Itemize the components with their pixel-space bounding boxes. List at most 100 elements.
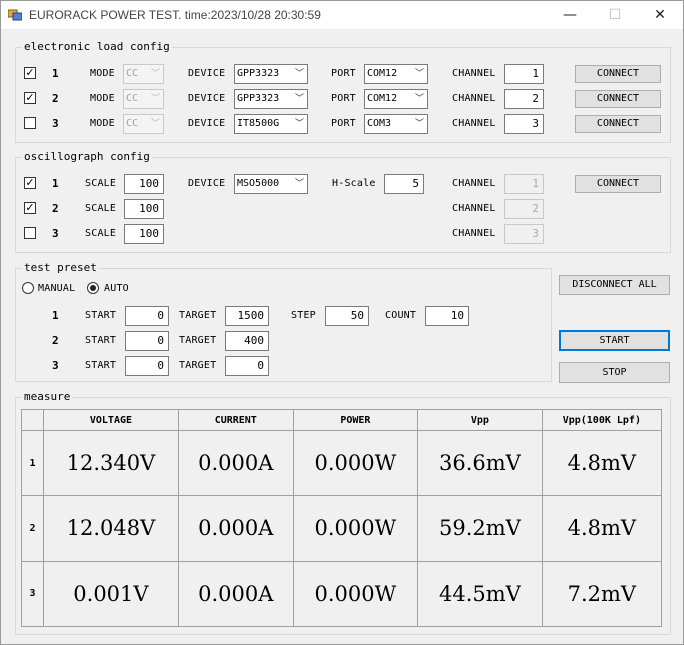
eload-row-2-mode-label: MODE <box>90 93 115 104</box>
osc-row-1-channel-input: 1 <box>504 174 544 194</box>
table-row: 3 0.001V 0.000A 0.000W 44.5mV 7.2mV <box>21 560 663 628</box>
eload-row-1-port-value: COM12 <box>367 68 398 79</box>
osc-connect-button[interactable]: CONNECT <box>575 175 661 193</box>
osc-row-1-checkbox[interactable]: ✓ <box>24 177 36 189</box>
eload-row-2-port-label: PORT <box>331 93 356 104</box>
eload-row-1-checkbox[interactable]: ✓ <box>24 67 36 79</box>
eload-row-3-checkbox[interactable] <box>24 117 36 129</box>
preset-step-input[interactable]: 50 <box>325 306 369 326</box>
osc-row-1-scale-input[interactable]: 100 <box>124 174 164 194</box>
stop-button[interactable]: STOP <box>559 362 670 383</box>
preset-step-label: STEP <box>291 310 316 321</box>
preset-row-3-target-input[interactable]: 0 <box>225 356 269 376</box>
eload-row-3-channel-input[interactable]: 3 <box>504 114 544 134</box>
eload-row-3-device-select[interactable]: IT8500G ﹀ <box>234 114 308 134</box>
manual-radio[interactable] <box>22 282 34 294</box>
preset-row-1-target-input[interactable]: 1500 <box>225 306 269 326</box>
title-bar[interactable]: EURORACK POWER TEST. time:2023/10/28 20:… <box>1 1 683 29</box>
row-index: 3 <box>21 560 44 628</box>
app-icon <box>8 9 22 21</box>
vpp-value: 36.6mV <box>417 429 543 497</box>
current-value: 0.000A <box>177 495 294 562</box>
osc-hscale-input[interactable]: 5 <box>384 174 424 194</box>
window-title: EURORACK POWER TEST. time:2023/10/28 20:… <box>29 8 321 22</box>
measure-corner-cell <box>21 409 44 431</box>
eload-row-3-port-value: COM3 <box>367 118 392 129</box>
eload-row-3-mode-label: MODE <box>90 118 115 129</box>
eload-row-3-port-select[interactable]: COM3 ﹀ <box>364 114 428 134</box>
eload-row-2-port-select[interactable]: COM12 ﹀ <box>364 89 428 109</box>
preset-row-2-target-label: TARGET <box>179 335 217 346</box>
preset-row-1-index: 1 <box>52 309 59 322</box>
osc-row-3-channel-label: CHANNEL <box>452 228 496 239</box>
eload-row-1-index: 1 <box>52 67 59 80</box>
table-row: 1 12.340V 0.000A 0.000W 36.6mV 4.8mV <box>21 429 663 497</box>
osc-config-title: oscillograph config <box>22 150 152 163</box>
osc-row-3-scale-input[interactable]: 100 <box>124 224 164 244</box>
measure-header-voltage: VOLTAGE <box>43 409 179 431</box>
osc-row-2-scale-input[interactable]: 100 <box>124 199 164 219</box>
chevron-down-icon: ﹀ <box>294 69 304 79</box>
eload-row-2-connect-button[interactable]: CONNECT <box>575 90 661 108</box>
eload-row-2-checkbox[interactable]: ✓ <box>24 92 36 104</box>
vpp-lpf-value: 4.8mV <box>541 429 663 497</box>
preset-row-2-target-input[interactable]: 400 <box>225 331 269 351</box>
eload-row-1-channel-label: CHANNEL <box>452 68 496 79</box>
osc-device-value: MSO5000 <box>237 178 280 189</box>
eload-row-2-mode-value: CC <box>126 93 139 104</box>
eload-row-2-device-select[interactable]: GPP3323 ﹀ <box>234 89 308 109</box>
measure-table: VOLTAGE CURRENT POWER Vpp Vpp(100K Lpf) … <box>21 409 663 628</box>
start-button[interactable]: START <box>559 330 670 351</box>
eload-row-1-device-select[interactable]: GPP3323 ﹀ <box>234 64 308 84</box>
osc-device-label: DEVICE <box>188 178 226 189</box>
eload-row-3-connect-button[interactable]: CONNECT <box>575 115 661 133</box>
osc-row-3-scale-label: SCALE <box>85 228 117 239</box>
measure-header-power: POWER <box>292 409 419 431</box>
eload-row-1-port-select[interactable]: COM12 ﹀ <box>364 64 428 84</box>
current-value: 0.000A <box>177 560 294 628</box>
table-row: 2 12.048V 0.000A 0.000W 59.2mV 4.8mV <box>21 495 663 562</box>
preset-row-1-start-input[interactable]: 0 <box>125 306 169 326</box>
eload-row-2-device-value: GPP3323 <box>237 93 280 104</box>
chevron-down-icon: ﹀ <box>414 119 424 129</box>
eload-row-1-mode-select: CC ﹀ <box>123 64 164 84</box>
osc-device-select[interactable]: MSO5000 ﹀ <box>234 174 308 194</box>
chevron-down-icon: ﹀ <box>294 119 304 129</box>
eload-row-1-port-label: PORT <box>331 68 356 79</box>
preset-row-3-start-input[interactable]: 0 <box>125 356 169 376</box>
chevron-down-icon: ﹀ <box>150 94 160 104</box>
minimize-button[interactable]: — <box>547 1 593 29</box>
close-button[interactable]: ✕ <box>637 1 683 29</box>
osc-row-2-channel-input: 2 <box>504 199 544 219</box>
chevron-down-icon: ﹀ <box>150 69 160 79</box>
preset-row-2-start-label: START <box>85 335 117 346</box>
eload-row-1-connect-button[interactable]: CONNECT <box>575 65 661 83</box>
preset-count-input[interactable]: 10 <box>425 306 469 326</box>
osc-row-3-checkbox[interactable] <box>24 227 36 239</box>
manual-radio-label[interactable]: MANUAL <box>38 283 75 294</box>
eload-row-1-channel-input[interactable]: 1 <box>504 64 544 84</box>
disconnect-all-button[interactable]: DISCONNECT ALL <box>559 275 670 295</box>
preset-count-label: COUNT <box>385 310 417 321</box>
osc-row-1-index: 1 <box>52 177 59 190</box>
eload-row-2-channel-input[interactable]: 2 <box>504 89 544 109</box>
osc-row-2-checkbox[interactable]: ✓ <box>24 202 36 214</box>
preset-row-3-target-label: TARGET <box>179 360 217 371</box>
preset-row-1-start-label: START <box>85 310 117 321</box>
preset-row-2-start-input[interactable]: 0 <box>125 331 169 351</box>
maximize-button[interactable]: ☐ <box>592 1 638 29</box>
osc-row-2-channel-label: CHANNEL <box>452 203 496 214</box>
measure-title: measure <box>22 390 73 403</box>
eload-row-2-index: 2 <box>52 92 59 105</box>
osc-row-2-index: 2 <box>52 202 59 215</box>
osc-row-3-channel-input: 3 <box>504 224 544 244</box>
eload-row-1-device-value: GPP3323 <box>237 68 280 79</box>
eload-row-3-mode-value: CC <box>126 118 139 129</box>
eload-config-title: electronic load config <box>22 40 172 53</box>
auto-radio[interactable] <box>87 282 99 294</box>
preset-row-1-target-label: TARGET <box>179 310 217 321</box>
osc-row-3-index: 3 <box>52 227 59 240</box>
chevron-down-icon: ﹀ <box>414 69 424 79</box>
eload-row-2-port-value: COM12 <box>367 93 398 104</box>
auto-radio-label[interactable]: AUTO <box>104 283 129 294</box>
